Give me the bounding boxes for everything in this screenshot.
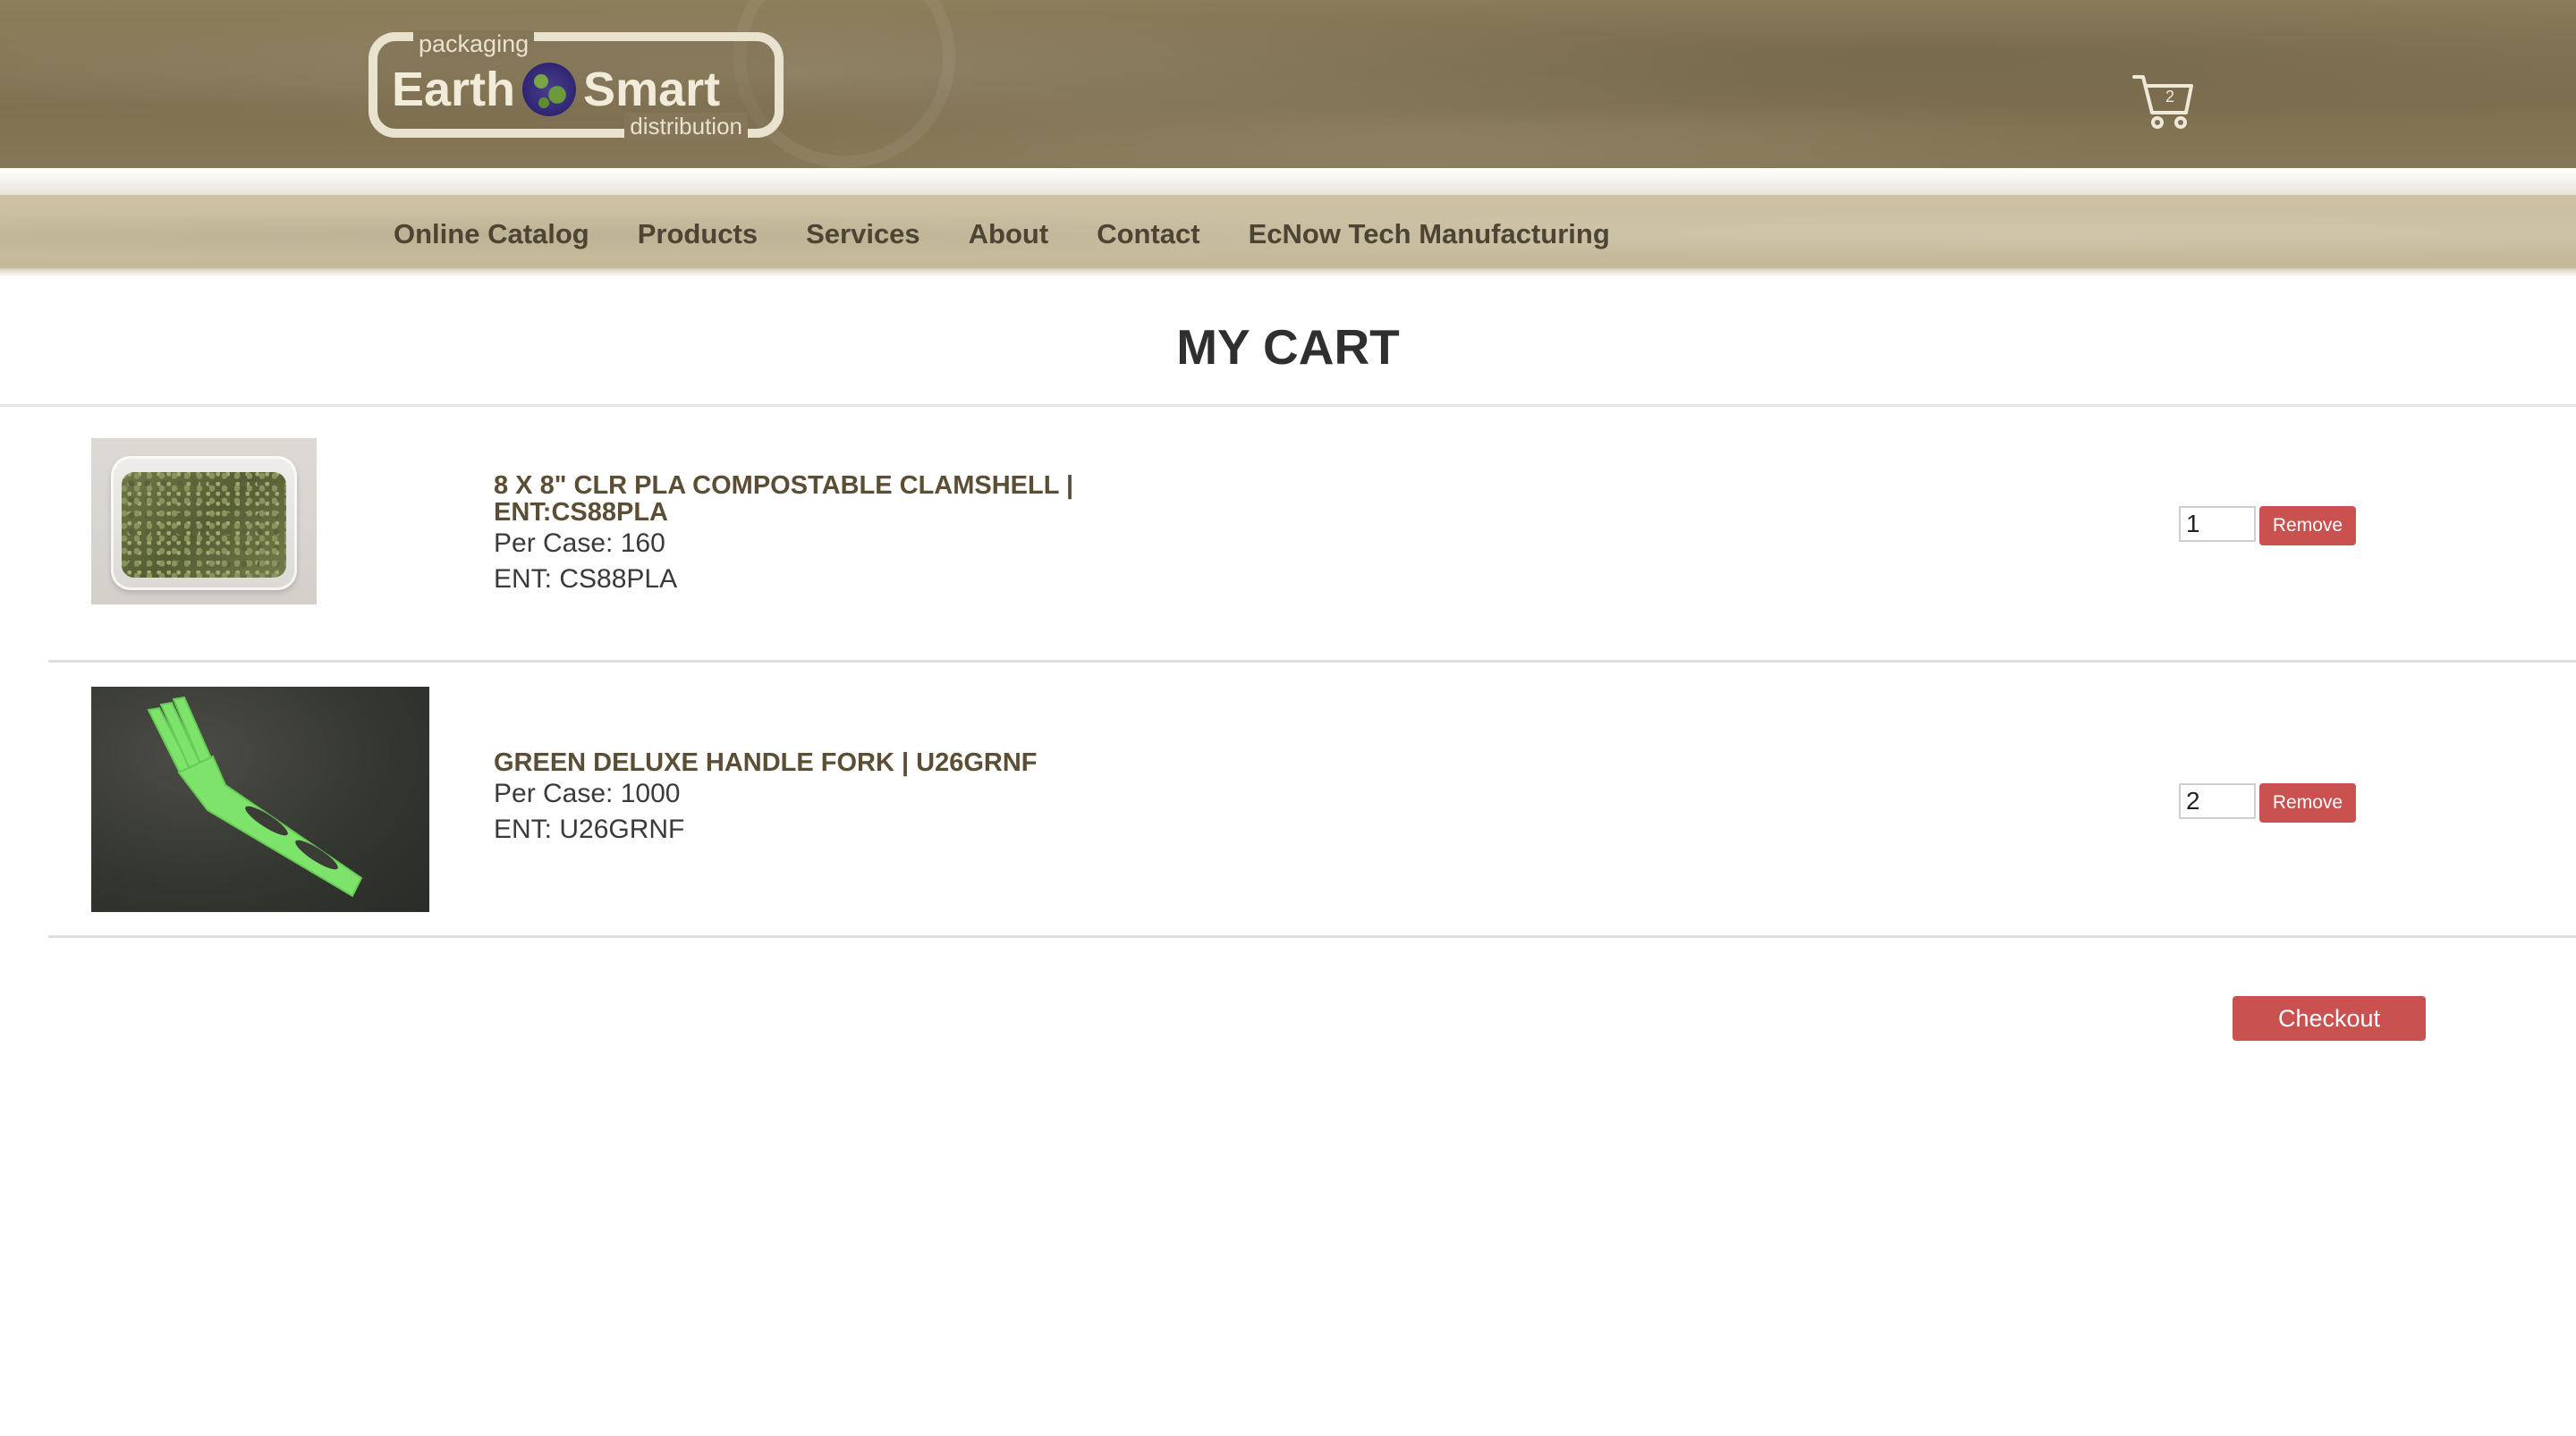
main-nav: Online Catalog Products Services About C… xyxy=(394,195,1610,274)
cart-item-details: 8 X 8" CLR PLA COMPOSTABLE CLAMSHELL | E… xyxy=(494,472,1156,597)
remove-button[interactable]: Remove xyxy=(2259,506,2356,545)
quantity-input[interactable] xyxy=(2179,506,2256,542)
per-case: Per Case: 1000 xyxy=(494,779,681,808)
globe-icon xyxy=(522,63,577,116)
logo-word-smart: Smart xyxy=(583,63,721,116)
nav-products[interactable]: Products xyxy=(638,218,758,250)
logo-tagline-bottom: distribution xyxy=(624,113,748,139)
header-divider xyxy=(0,168,2576,195)
logo-tagline-top: packaging xyxy=(413,30,535,57)
checkout-button[interactable]: Checkout xyxy=(2233,996,2426,1041)
product-name-line2: ENT:CS88PLA xyxy=(494,498,668,527)
site-logo[interactable]: packaging Earth Smart distribution xyxy=(369,30,784,139)
title-divider xyxy=(0,404,2576,407)
fork-illustration xyxy=(147,696,363,898)
remove-button[interactable]: Remove xyxy=(2259,783,2356,823)
quantity-input[interactable] xyxy=(2179,783,2256,819)
logo-word-earth: Earth xyxy=(392,63,516,116)
nav-ecnow-tech-manufacturing[interactable]: EcNow Tech Manufacturing xyxy=(1249,218,1610,250)
nav-online-catalog[interactable]: Online Catalog xyxy=(394,218,589,250)
logo-wordmark: Earth Smart xyxy=(392,63,720,116)
product-name[interactable]: 8 X 8" CLR PLA COMPOSTABLE CLAMSHELL | E… xyxy=(494,472,1156,526)
row-divider xyxy=(48,660,2576,663)
product-name-line1: 8 X 8" CLR PLA COMPOSTABLE CLAMSHELL | xyxy=(494,471,1074,500)
product-image-fork[interactable] xyxy=(91,687,429,912)
cart-count-badge: 2 xyxy=(2165,88,2174,106)
nav-services[interactable]: Services xyxy=(806,218,920,250)
per-case: Per Case: 160 xyxy=(494,528,665,558)
nav-about[interactable]: About xyxy=(969,218,1049,250)
ent-code: ENT: CS88PLA xyxy=(494,564,678,594)
product-image-clamshell[interactable] xyxy=(91,438,317,604)
nav-contact[interactable]: Contact xyxy=(1097,218,1199,250)
page-title: MY CART xyxy=(1176,319,1400,375)
row-divider xyxy=(48,935,2576,938)
cart-item-details: GREEN DELUXE HANDLE FORK | U26GRNF Per C… xyxy=(494,749,1156,848)
ent-code: ENT: U26GRNF xyxy=(494,815,685,844)
clamshell-contents xyxy=(122,472,286,578)
product-name[interactable]: GREEN DELUXE HANDLE FORK | U26GRNF xyxy=(494,749,1156,776)
